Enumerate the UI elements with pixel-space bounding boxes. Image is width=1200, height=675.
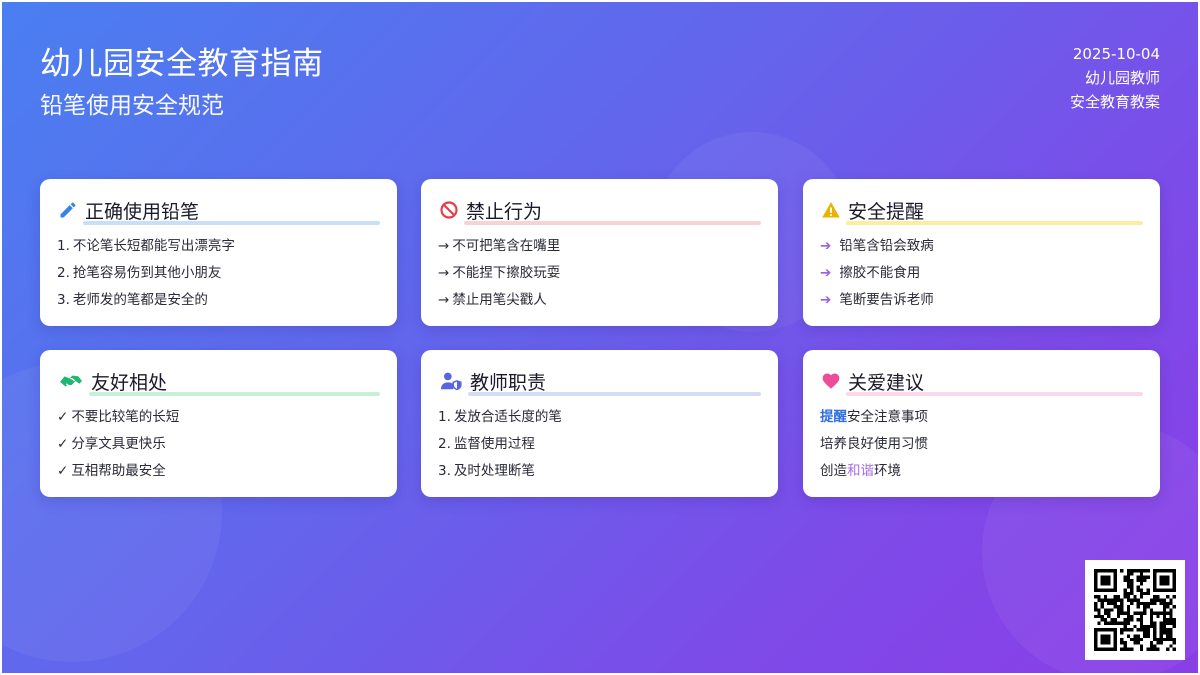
card-title: 关爱建议 [848,371,925,394]
warning-icon [820,199,842,221]
list-item: 3. 及时处理断笔 [438,463,535,479]
list-item: ➔ 擦胶不能食用 [820,265,921,281]
meta-author: 幼儿园教师 [1084,69,1160,87]
slide-background: 幼儿园安全教育指南 铅笔使用安全规范 2025-10-04 幼儿园教师 安全教育… [2,2,1198,673]
card-header: 正确使用铅笔 [57,198,380,225]
card-header: 关爱建议 [820,369,1143,396]
card-list: ➔ 铅笔含铅会致病 ➔ 擦胶不能食用 ➔ 笔断要告诉老师 [820,236,1143,317]
list-item: 创造 和谐 环境 [820,463,901,479]
list-item: ➔ 笔断要告诉老师 [820,292,934,308]
card-header: 禁止行为 [438,198,761,225]
list-item: ✓ 不要比较笔的长短 [57,409,180,425]
card-list: ✓ 不要比较笔的长短 ✓ 分享文具更快乐 ✓ 互相帮助最安全 [57,407,380,488]
card-friendly: 友好相处 ✓ 不要比较笔的长短 ✓ 分享文具更快乐 ✓ 互相帮助最安全 [40,350,397,497]
card-list: → 不可把笔含在嘴里 → 不能捏下擦胶玩耍 → 禁止用笔尖戳人 [438,236,761,317]
list-item: → 禁止用笔尖戳人 [438,292,547,308]
card-prohibited: 禁止行为 → 不可把笔含在嘴里 → 不能捏下擦胶玩耍 → 禁止用笔尖戳人 [421,179,778,326]
card-title: 教师职责 [470,371,547,394]
list-item: ✓ 互相帮助最安全 [57,463,166,479]
card-header: 安全提醒 [820,198,1143,225]
list-item: 1. 不论笔长短都能写出漂亮字 [57,238,235,254]
list-item: 培养良好使用习惯 [820,436,928,452]
teacher-shield-icon [438,370,464,392]
page-title: 幼儿园安全教育指南 [40,46,324,82]
qr-code [1085,560,1185,660]
card-correct-use: 正确使用铅笔 1. 不论笔长短都能写出漂亮字 2. 抢笔容易伤到其他小朋友 3. 老师… [40,179,397,326]
list-item: 3. 老师发的笔都是安全的 [57,292,208,308]
page-subtitle: 铅笔使用安全规范 [40,93,224,119]
list-item: 2. 抢笔容易伤到其他小朋友 [57,265,222,281]
list-item: 2. 监督使用过程 [438,436,535,452]
list-item: → 不可把笔含在嘴里 [438,238,561,254]
card-header: 友好相处 [57,369,380,396]
card-header: 教师职责 [438,369,761,396]
meta-date: 2025-10-04 [1072,45,1160,63]
ban-icon [438,199,460,221]
list-item: ➔ 铅笔含铅会致病 [820,238,934,254]
list-item: 1. 发放合适长度的笔 [438,409,562,425]
card-title: 友好相处 [91,371,168,394]
list-item: 提醒 安全注意事项 [820,409,928,425]
card-list: 提醒 安全注意事项 培养良好使用习惯 创造 和谐 环境 [820,407,1143,488]
card-title: 正确使用铅笔 [85,200,200,223]
card-list: 1. 发放合适长度的笔 2. 监督使用过程 3. 及时处理断笔 [438,407,761,488]
card-care-advice: 关爱建议 提醒 安全注意事项 培养良好使用习惯 创造 和谐 环境 [803,350,1160,497]
heart-icon [820,370,842,392]
qr-code-graphic [1094,569,1176,651]
list-item: → 不能捏下擦胶玩耍 [438,265,561,281]
meta-doc-type: 安全教育教案 [1069,93,1160,111]
pencil-icon [57,199,79,221]
meta-info: 2025-10-04 幼儿园教师 安全教育教案 [1070,42,1160,114]
card-title: 禁止行为 [466,200,543,223]
card-list: 1. 不论笔长短都能写出漂亮字 2. 抢笔容易伤到其他小朋友 3. 老师发的笔都是安全… [57,236,380,317]
card-safety-reminder: 安全提醒 ➔ 铅笔含铅会致病 ➔ 擦胶不能食用 ➔ 笔断要告诉老师 [803,179,1160,326]
card-title: 安全提醒 [848,200,925,223]
handshake-icon [57,370,85,392]
card-teacher-duty: 教师职责 1. 发放合适长度的笔 2. 监督使用过程 3. 及时处理断笔 [421,350,778,497]
list-item: ✓ 分享文具更快乐 [57,436,166,452]
